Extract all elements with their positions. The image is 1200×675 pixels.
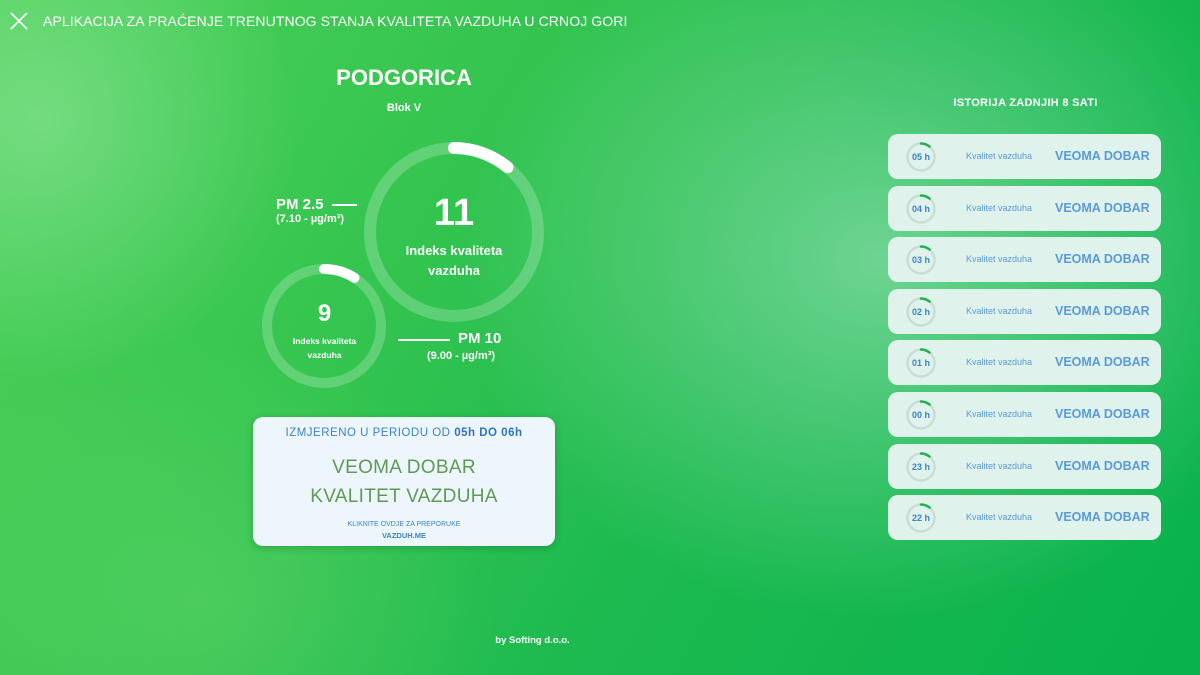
pm10-label: PM 10 <box>458 330 502 347</box>
pm25-index-label-line1: Indeks kvaliteta <box>405 243 503 258</box>
history-title: ISTORIJA ZADNJIH 8 SATI <box>953 97 1098 109</box>
history-label: Kvalitet vazduha <box>966 254 1033 265</box>
pm25-connector <box>332 204 357 206</box>
history-status: VEOMA DOBAR <box>1055 458 1150 473</box>
recommendation-link[interactable]: VAZDUH.ME <box>253 531 555 540</box>
pm25-index-label: Indeks kvaliteta vazduha <box>384 241 524 281</box>
history-label: Kvalitet vazduha <box>966 202 1033 213</box>
history-item-00h[interactable]: 00 h Kvalitet vazduha VEOMA DOBAR <box>888 391 1161 437</box>
history-hour: 00 h <box>911 409 930 420</box>
pm10-connector <box>398 339 450 341</box>
pm10-gauge-arc <box>319 264 360 283</box>
pm10-index-value: 9 <box>317 300 332 327</box>
history-status: VEOMA DOBAR <box>1055 355 1150 370</box>
quality-level: VEOMA DOBAR <box>332 457 476 478</box>
history-item-04h[interactable]: 04 h Kvalitet vazduha VEOMA DOBAR <box>888 185 1161 231</box>
pm10-index-label: Indeks kvaliteta vazduha <box>287 334 362 362</box>
history-label: Kvalitet vazduha <box>966 305 1033 316</box>
history-item-23h[interactable]: 23 h Kvalitet vazduha VEOMA DOBAR <box>888 443 1161 489</box>
pm25-concentration: (7.10 - µg/m³) <box>276 213 345 225</box>
history-hour: 02 h <box>911 306 930 317</box>
history-status: VEOMA DOBAR <box>1055 252 1150 267</box>
history-hour: 01 h <box>911 358 930 369</box>
period-to: 06h <box>501 427 523 439</box>
history-status: VEOMA DOBAR <box>1055 406 1150 421</box>
history-status: VEOMA DOBAR <box>1055 149 1150 163</box>
pm25-index-value: 11 <box>433 192 475 234</box>
history-item-22h[interactable]: 22 h Kvalitet vazduha VEOMA DOBAR <box>888 495 1161 541</box>
history-label: Kvalitet vazduha <box>966 151 1033 161</box>
history-hour: 05 h <box>911 152 930 162</box>
measurement-card[interactable]: IZMJERENO U PERIODU OD 05h DO 06h VEOMA … <box>253 417 555 546</box>
recommendation-text[interactable]: KLIKNITE OVDJE ZA PREPORUKE <box>253 521 555 528</box>
history-status: VEOMA DOBAR <box>1055 303 1150 318</box>
pm25-gauge-arc <box>448 142 514 174</box>
period-from: 05h <box>454 427 476 439</box>
period-separator: DO <box>479 427 498 439</box>
history-status: VEOMA DOBAR <box>1055 200 1150 215</box>
history-label: Kvalitet vazduha <box>966 512 1033 523</box>
history-hour: 04 h <box>911 203 930 214</box>
history-list: 05 h Kvalitet vazduha VEOMA DOBAR 04 h K… <box>888 134 1161 547</box>
history-hour: 23 h <box>911 461 930 472</box>
pm25-label: PM 2.5 <box>276 196 324 213</box>
history-item-01h[interactable]: 01 h Kvalitet vazduha VEOMA DOBAR <box>888 340 1161 386</box>
pm10-index-label-line1: Indeks kvaliteta <box>292 336 357 346</box>
quality-caption: KVALITET VAZDUHA <box>310 486 498 507</box>
history-label: Kvalitet vazduha <box>966 408 1033 419</box>
history-item-02h[interactable]: 02 h Kvalitet vazduha VEOMA DOBAR <box>888 288 1161 334</box>
history-label: Kvalitet vazduha <box>966 460 1033 471</box>
history-item-05h[interactable]: 05 h Kvalitet vazduha VEOMA DOBAR <box>888 134 1161 179</box>
history-hour: 03 h <box>911 255 930 266</box>
pm10-index-label-line2: vazduha <box>307 350 342 360</box>
quality-summary: VEOMA DOBAR KVALITET VAZDUHA <box>253 453 555 511</box>
footer-credit: by Softing d.o.o. <box>495 635 570 646</box>
history-hour: 22 h <box>911 513 930 524</box>
measurement-period: IZMJERENO U PERIODU OD 05h DO 06h <box>253 427 555 439</box>
history-item-03h[interactable]: 03 h Kvalitet vazduha VEOMA DOBAR <box>888 237 1161 283</box>
history-label: Kvalitet vazduha <box>966 357 1033 368</box>
history-status: VEOMA DOBAR <box>1055 510 1150 525</box>
pm10-concentration: (9.00 - µg/m³) <box>427 350 496 362</box>
pm25-index-label-line2: vazduha <box>427 263 480 278</box>
period-prefix: IZMJERENO U PERIODU OD <box>285 427 451 439</box>
